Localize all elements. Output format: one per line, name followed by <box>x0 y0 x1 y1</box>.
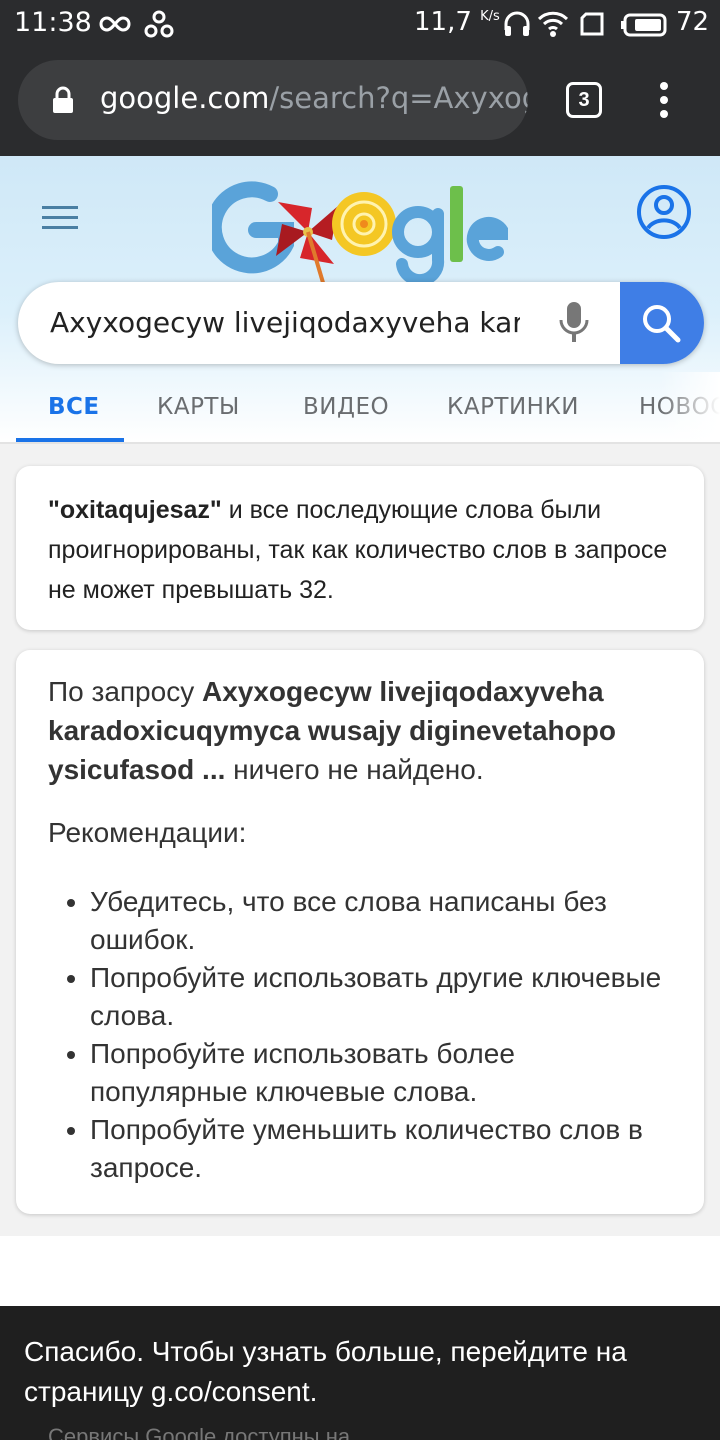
google-doodle-logo[interactable] <box>205 172 513 294</box>
lock-icon <box>52 86 74 119</box>
account-icon[interactable] <box>636 184 692 245</box>
battery-level: 72 <box>676 7 710 37</box>
url-field[interactable]: google.com/search?q=Axyxoge <box>18 60 528 140</box>
search-icon <box>643 305 681 343</box>
recommendations-list: Убедитесь, что все слова написаны без ош… <box>48 883 672 1187</box>
list-item: Попробуйте уменьшить количество слов в з… <box>90 1111 672 1187</box>
status-time: 11:38 <box>14 7 92 38</box>
ignored-words-notice: "oxitaqujesaz" и все последующие слова б… <box>16 466 704 630</box>
overflow-menu-button[interactable] <box>656 82 672 122</box>
tab-maps[interactable]: КАРТЫ <box>157 394 240 420</box>
search-button[interactable] <box>620 282 704 364</box>
list-item: Попробуйте использовать более популярные… <box>90 1035 672 1111</box>
results-area: "oxitaqujesaz" и все последующие слова б… <box>0 444 720 1236</box>
no-results-message: По запросу Axyxogecyw livejiqodaxyveha k… <box>48 676 616 785</box>
tab-switcher-button[interactable]: 3 <box>566 82 602 118</box>
google-header: Axyxogecyw livejiqodaxyveha kar ВСЕ КАРТ… <box>0 156 720 442</box>
tab-all[interactable]: ВСЕ <box>48 394 100 420</box>
tabs-fade <box>660 372 720 442</box>
footer-text-behind: Сервисы Google доступны на <box>48 1424 351 1440</box>
tab-video[interactable]: ВИДЕО <box>303 394 389 420</box>
menu-icon[interactable] <box>42 206 78 230</box>
sim-icon <box>578 8 608 45</box>
search-box[interactable]: Axyxogecyw livejiqodaxyveha kar <box>18 282 704 364</box>
infinity-icon <box>98 8 132 45</box>
browser-toolbar: google.com/search?q=Axyxoge 3 <box>0 48 720 156</box>
tab-images[interactable]: КАРТИНКИ <box>447 394 579 420</box>
no-results-card: По запросу Axyxogecyw livejiqodaxyveha k… <box>16 650 704 1214</box>
network-speed: 11,7 K/s <box>414 7 500 37</box>
list-item: Попробуйте использовать другие ключевые … <box>90 959 672 1035</box>
share-icon <box>144 8 174 45</box>
search-input[interactable]: Axyxogecyw livejiqodaxyveha kar <box>50 306 520 339</box>
status-bar: 11:38 11,7 K/s 72 <box>0 0 720 48</box>
notice-text: "oxitaqujesaz" и все последующие слова б… <box>48 496 668 604</box>
ignored-word: "oxitaqujesaz" <box>48 496 222 524</box>
list-item: Убедитесь, что все слова написаны без ош… <box>90 883 672 959</box>
url-text: google.com/search?q=Axyxoge <box>100 81 528 115</box>
recommendations-title: Рекомендации: <box>48 817 247 848</box>
battery-icon <box>620 8 670 45</box>
snackbar-text: Спасибо. Чтобы узнать больше, перейдите … <box>24 1336 627 1407</box>
headphones-icon <box>502 8 532 45</box>
wifi-icon <box>536 8 570 45</box>
microphone-icon[interactable] <box>558 300 590 351</box>
search-tabs: ВСЕ КАРТЫ ВИДЕО КАРТИНКИ НОВОС <box>0 372 720 442</box>
page-footer-area <box>0 1236 720 1306</box>
consent-snackbar[interactable]: Спасибо. Чтобы узнать больше, перейдите … <box>0 1306 720 1440</box>
